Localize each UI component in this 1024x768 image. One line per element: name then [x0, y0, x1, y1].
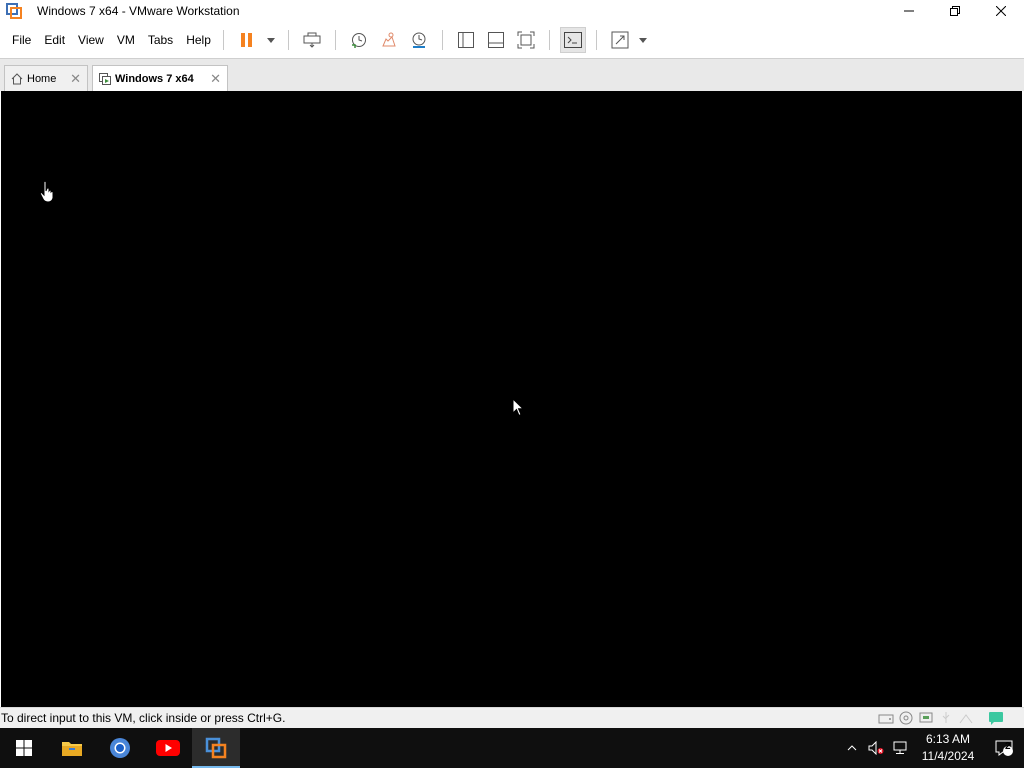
- show-hidden-icons-button[interactable]: [840, 728, 864, 768]
- youtube-icon: [156, 740, 180, 756]
- revert-snapshot-icon: [382, 32, 396, 47]
- snapshot-manager-icon: [412, 32, 426, 48]
- device-status-icons: [878, 711, 1004, 725]
- close-icon[interactable]: ✕: [70, 71, 81, 87]
- message-log-icon[interactable]: [988, 711, 1004, 725]
- toolbar-separator: [334, 30, 336, 50]
- chrome-icon: [110, 738, 130, 758]
- system-tray: 6:13 AM 11/4/2024 2: [840, 728, 1024, 768]
- tab-home[interactable]: Home ✕: [4, 65, 88, 91]
- pause-icon: [240, 33, 252, 47]
- menu-view[interactable]: View: [72, 33, 110, 47]
- send-ctrl-alt-del-icon: [303, 32, 321, 48]
- cd-dvd-icon[interactable]: [898, 711, 914, 725]
- revert-snapshot-button[interactable]: [376, 27, 402, 53]
- status-message: To direct input to this VM, click inside…: [1, 711, 286, 725]
- start-button[interactable]: [0, 728, 48, 768]
- send-ctrl-alt-del-button[interactable]: [299, 27, 325, 53]
- sound-card-icon[interactable]: [958, 711, 974, 725]
- menu-edit[interactable]: Edit: [38, 33, 71, 47]
- taskbar-clock[interactable]: 6:13 AM 11/4/2024: [912, 731, 984, 765]
- hand-cursor-icon: [39, 180, 54, 203]
- taskbar-vmware[interactable]: [192, 728, 240, 768]
- status-bar: To direct input to this VM, click inside…: [0, 707, 1024, 728]
- tab-label: Windows 7 x64: [115, 72, 194, 85]
- taskbar-file-explorer[interactable]: [48, 728, 96, 768]
- tab-strip: Home ✕ Windows 7 x64 ✕: [0, 58, 1024, 91]
- menu-file[interactable]: File: [6, 33, 37, 47]
- network-icon: [893, 741, 907, 754]
- power-dropdown-button[interactable]: [264, 27, 278, 53]
- clock-date: 11/4/2024: [921, 749, 975, 763]
- hard-disk-icon[interactable]: [878, 711, 894, 725]
- vmware-icon: [205, 737, 227, 759]
- tab-label: Home: [27, 72, 57, 85]
- close-icon: [996, 5, 1006, 16]
- menu-tabs[interactable]: Tabs: [142, 33, 179, 47]
- usb-icon[interactable]: [938, 711, 954, 725]
- clock-time: 6:13 AM: [925, 732, 971, 746]
- stretch-guest-button[interactable]: [607, 27, 633, 53]
- dropdown-icon: [266, 37, 275, 43]
- stretch-dropdown-button[interactable]: [637, 27, 649, 53]
- console-view-icon: [563, 32, 582, 48]
- show-library-icon: [457, 32, 474, 48]
- volume-muted-icon: [868, 741, 884, 755]
- notification-count: 2: [1005, 741, 1011, 752]
- home-icon: [11, 72, 23, 84]
- toolbar-separator: [548, 30, 550, 50]
- stretch-icon: [611, 31, 629, 49]
- taskbar-chrome[interactable]: [96, 728, 144, 768]
- toolbar-separator: [595, 30, 597, 50]
- tab-vm[interactable]: Windows 7 x64 ✕: [92, 65, 228, 91]
- start-icon: [16, 740, 32, 756]
- chevron-up-icon: [847, 745, 857, 751]
- menu-vm[interactable]: VM: [111, 33, 141, 47]
- vmware-app-icon[interactable]: [6, 2, 22, 19]
- arrow-cursor-icon: [512, 398, 524, 417]
- network-adapter-icon[interactable]: [918, 711, 934, 725]
- snapshot-icon: [351, 33, 366, 48]
- network-button[interactable]: [888, 728, 912, 768]
- full-screen-icon: [517, 31, 535, 49]
- close-button[interactable]: [978, 0, 1024, 21]
- title-bar: Windows 7 x64 - VMware Workstation: [0, 0, 1024, 21]
- window-title: Windows 7 x64 - VMware Workstation: [37, 3, 240, 18]
- show-library-button[interactable]: [453, 27, 479, 53]
- restore-icon: [950, 5, 960, 16]
- show-thumbnail-bar-button[interactable]: [483, 27, 509, 53]
- take-snapshot-button[interactable]: [346, 27, 372, 53]
- restore-button[interactable]: [932, 0, 978, 21]
- menu-help[interactable]: Help: [180, 33, 217, 47]
- pause-button[interactable]: [234, 27, 260, 53]
- full-screen-button[interactable]: [513, 27, 539, 53]
- menu-toolbar-bar: File Edit View VM Tabs Help: [0, 23, 1024, 57]
- notification-icon: [995, 740, 1013, 756]
- close-icon[interactable]: ✕: [210, 71, 221, 87]
- toolbar-separator: [441, 30, 443, 50]
- vm-icon: [99, 72, 111, 85]
- vm-console-screen[interactable]: [1, 91, 1022, 707]
- action-center-button[interactable]: 2: [984, 728, 1024, 768]
- minimize-icon: [904, 10, 914, 11]
- toolbar-separator: [222, 30, 224, 50]
- dropdown-icon: [638, 37, 647, 43]
- snapshot-manager-button[interactable]: [406, 27, 432, 53]
- taskbar-youtube[interactable]: [144, 728, 192, 768]
- toolbar-separator: [287, 30, 289, 50]
- taskbar: 6:13 AM 11/4/2024 2: [0, 728, 1024, 768]
- volume-button[interactable]: [864, 728, 888, 768]
- file-explorer-icon: [62, 742, 82, 756]
- console-view-button[interactable]: [559, 27, 586, 53]
- minimize-button[interactable]: [886, 0, 932, 21]
- show-thumbnail-bar-icon: [487, 32, 504, 48]
- window-controls: [886, 0, 1024, 21]
